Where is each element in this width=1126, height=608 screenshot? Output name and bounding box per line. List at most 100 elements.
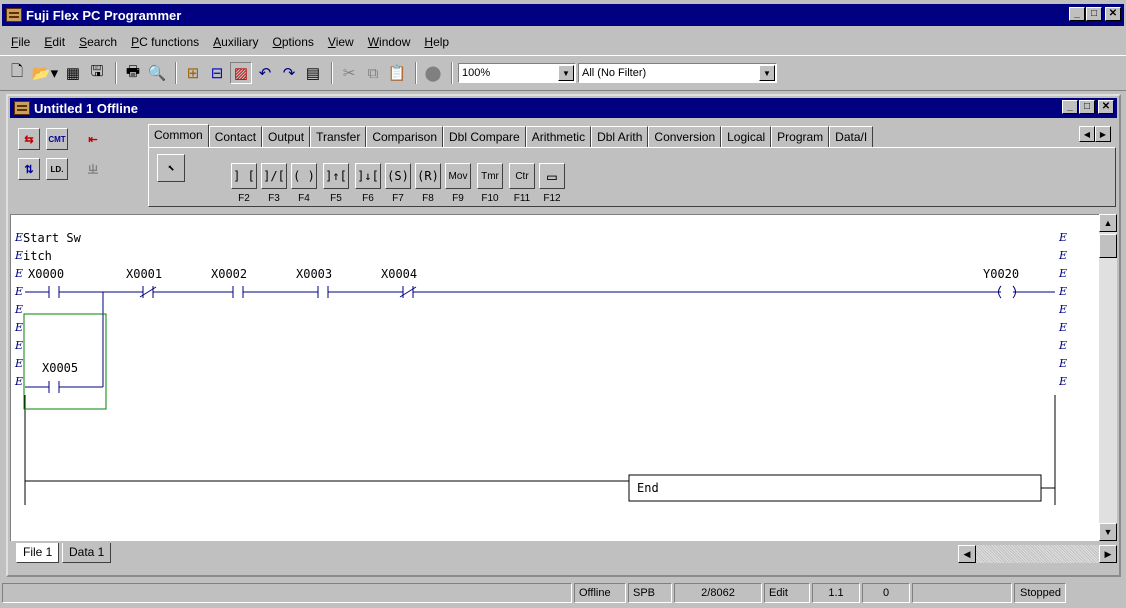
menu-help[interactable]: Help	[417, 35, 456, 49]
status-message	[2, 583, 572, 603]
tab-arithmetic[interactable]: Arithmetic	[525, 126, 592, 148]
program-window-title: Untitled 1 Offline	[34, 100, 138, 116]
ladder-rungs	[23, 285, 1056, 505]
menu-search[interactable]: Search	[72, 35, 124, 49]
select-pointer-icon[interactable]: ⬉	[157, 154, 185, 182]
menu-options[interactable]: Options	[266, 35, 321, 49]
tab-logical[interactable]: Logical	[721, 126, 772, 148]
toolbar-separator	[331, 62, 333, 84]
tab-output[interactable]: Output	[262, 126, 311, 148]
ladder-editor[interactable]: E Start Sw E itch E E E E E E E E E E E …	[10, 214, 1099, 541]
print-icon[interactable]: 🖶	[122, 62, 144, 84]
tab-common[interactable]: Common	[148, 124, 209, 148]
pc-icon[interactable]: ▦	[62, 62, 84, 84]
reset-coil-button[interactable]: (R)	[415, 163, 441, 189]
toolbar-separator	[415, 62, 417, 84]
menu-bar: File Edit Search PC functions Auxiliary …	[0, 31, 1126, 53]
paste-icon[interactable]: 📋	[386, 62, 408, 84]
copy-icon[interactable]: ⧉	[362, 62, 384, 84]
tab-comparison[interactable]: Comparison	[366, 126, 444, 148]
nc-contact-button[interactable]: ]/[	[261, 163, 287, 189]
sheet-tab-data1[interactable]: Data 1	[62, 543, 112, 563]
scroll-up-icon[interactable]: ▲	[1099, 214, 1117, 232]
set-coil-button[interactable]: (S)	[385, 163, 411, 189]
tab-program[interactable]: Program	[771, 126, 830, 148]
app-titlebar: Fuji Flex PC Programmer _ □ ✕	[2, 4, 1124, 26]
insert-row-icon[interactable]: ⊞	[182, 62, 204, 84]
load-icon[interactable]: LD.	[46, 158, 68, 180]
close-button[interactable]: ✕	[1105, 7, 1121, 21]
counter-button[interactable]: Ctr	[509, 163, 535, 189]
scroll-thumb[interactable]	[1099, 234, 1117, 258]
tab-scroll-left-icon[interactable]: ◀	[1079, 126, 1095, 142]
cut-icon[interactable]: ✂	[338, 62, 360, 84]
menu-auxiliary[interactable]: Auxiliary	[206, 35, 265, 49]
tab-conversion[interactable]: Conversion	[648, 126, 722, 148]
tab-dbl-arith[interactable]: Dbl Arith	[591, 126, 649, 148]
insert-rung-icon[interactable]: ⇆	[18, 128, 40, 150]
new-file-icon[interactable]: 🗋	[6, 62, 28, 84]
insert-branch-icon[interactable]: ⇅	[18, 158, 40, 180]
sheet-tab-file1[interactable]: File 1	[16, 543, 60, 563]
menu-window[interactable]: Window	[361, 35, 418, 49]
zoom-combo[interactable]: 100% ▼	[458, 63, 576, 83]
delete-rung-icon[interactable]: ⇤	[82, 128, 104, 150]
scroll-down-icon[interactable]: ▼	[1099, 523, 1117, 541]
undo-icon[interactable]: ↶	[254, 62, 276, 84]
status-edit-mode: Edit	[764, 583, 810, 603]
document-icon	[14, 101, 30, 115]
vertical-scrollbar[interactable]: ▲ ▼	[1099, 214, 1117, 541]
tab-data[interactable]: Data/I	[829, 126, 874, 148]
print-preview-icon[interactable]: 🔍	[146, 62, 168, 84]
output-coil-button[interactable]: ( )	[291, 163, 317, 189]
child-close-button[interactable]: ✕	[1098, 100, 1114, 114]
palette-tabs: Common Contact Output Transfer Compariso…	[148, 124, 1106, 148]
app-title: Fuji Flex PC Programmer	[26, 7, 182, 23]
scroll-left-icon[interactable]: ◀	[958, 545, 976, 563]
rising-edge-button[interactable]: ]↑[	[323, 163, 349, 189]
status-cpu: SPB	[628, 583, 672, 603]
child-minimize-button[interactable]: _	[1062, 100, 1078, 114]
menu-view[interactable]: View	[321, 35, 361, 49]
save-icon[interactable]: 🖫	[86, 62, 108, 84]
redo-icon[interactable]: ↷	[278, 62, 300, 84]
child-maximize-button[interactable]: □	[1079, 100, 1095, 114]
status-count: 0	[862, 583, 910, 603]
move-button[interactable]: Mov	[445, 163, 471, 189]
no-contact-button[interactable]: ] [	[231, 163, 257, 189]
minimize-button[interactable]: _	[1069, 7, 1085, 21]
timer-button[interactable]: Tmr	[477, 163, 503, 189]
monitor-icon[interactable]: ▤	[302, 62, 324, 84]
ladder-edit-icon[interactable]: ▨	[230, 62, 252, 84]
status-run-state: Stopped	[1014, 583, 1066, 603]
menu-edit[interactable]: Edit	[37, 35, 72, 49]
app-icon	[6, 8, 22, 22]
scroll-right-icon[interactable]: ▶	[1099, 545, 1117, 563]
block-icon[interactable]: ㄓ	[82, 158, 104, 180]
comment-icon[interactable]: CMT	[46, 128, 68, 150]
menu-pc-functions[interactable]: PC functions	[124, 35, 206, 49]
key-label: F10	[481, 193, 499, 204]
status-mode: Offline	[574, 583, 626, 603]
falling-edge-button[interactable]: ]↓[	[355, 163, 381, 189]
dropdown-arrow-icon[interactable]: ▼	[558, 65, 574, 81]
key-label: F5	[330, 193, 342, 204]
end-instruction[interactable]: End	[637, 481, 659, 495]
dropdown-arrow-icon[interactable]: ▼	[759, 65, 775, 81]
open-folder-icon[interactable]: 📂▾	[30, 62, 60, 84]
key-label: F3	[268, 193, 280, 204]
function-block-button[interactable]: ▭	[539, 163, 565, 189]
tab-dbl-compare[interactable]: Dbl Compare	[443, 126, 526, 148]
menu-file[interactable]: File	[4, 35, 37, 49]
key-label: F8	[422, 193, 434, 204]
filter-combo[interactable]: All (No Filter) ▼	[578, 63, 777, 83]
transfer-icon[interactable]: ⬤	[422, 62, 444, 84]
tab-scroll-right-icon[interactable]: ▶	[1095, 126, 1111, 142]
maximize-button[interactable]: □	[1086, 7, 1102, 21]
program-window-titlebar: Untitled 1 Offline _ □ ✕	[10, 98, 1117, 118]
horizontal-scrollbar[interactable]: ◀ ▶	[958, 545, 1117, 563]
tab-contact[interactable]: Contact	[208, 126, 263, 148]
tab-transfer[interactable]: Transfer	[310, 126, 367, 148]
toolbar-separator	[115, 62, 117, 84]
insert-column-icon[interactable]: ⊟	[206, 62, 228, 84]
